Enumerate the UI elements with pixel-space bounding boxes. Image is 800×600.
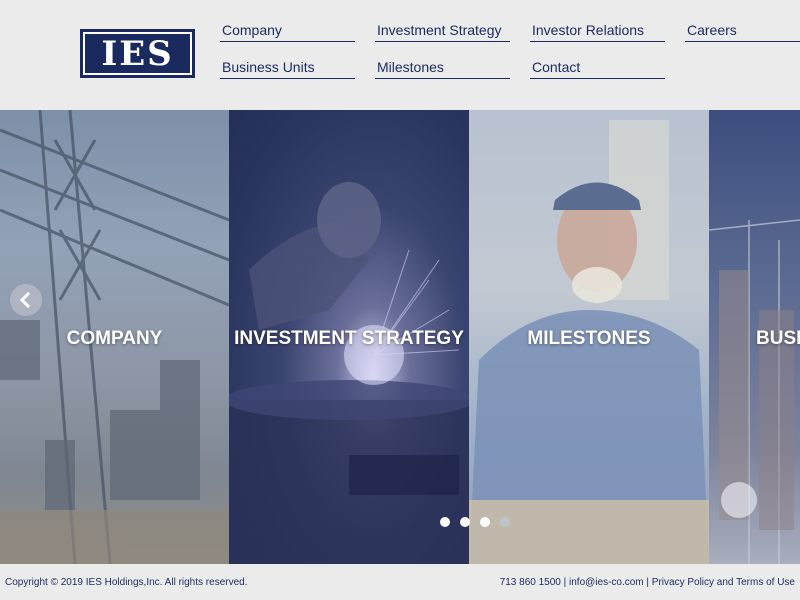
- phone-link[interactable]: 713 860 1500: [500, 577, 561, 588]
- copyright-text: Copyright © 2019 IES Holdings,Inc. All r…: [5, 577, 248, 588]
- privacy-policy-link[interactable]: Privacy Policy and Terms of Use: [652, 577, 795, 588]
- nav-milestones[interactable]: Milestones: [375, 57, 510, 79]
- footer-separator: |: [643, 577, 652, 588]
- email-link[interactable]: info@ies-co.com: [569, 577, 644, 588]
- nav-investor-relations[interactable]: Investor Relations: [530, 20, 665, 42]
- site-footer: Copyright © 2019 IES Holdings,Inc. All r…: [0, 564, 800, 600]
- chevron-left-icon: [19, 292, 31, 308]
- slide-dot-4[interactable]: [500, 517, 510, 527]
- logo-text: IES: [101, 33, 174, 74]
- panel-label-milestones: MILESTONES: [527, 328, 651, 349]
- slide-dot-3[interactable]: [480, 517, 490, 527]
- slide-dot-1[interactable]: [440, 517, 450, 527]
- nav-contact[interactable]: Contact: [530, 57, 665, 79]
- panel-company[interactable]: COMPANY: [0, 110, 229, 564]
- hero-carousel: COMPANY INVESTMENT STRATEGY MILESTONES B…: [0, 110, 800, 564]
- logo-frame: IES: [83, 32, 192, 75]
- footer-contact: 713 860 1500 | info@ies-co.com | Privacy…: [500, 577, 795, 588]
- panel-business-units[interactable]: BUSINESS UNITS: [709, 110, 800, 564]
- nav-business-units[interactable]: Business Units: [220, 57, 355, 79]
- panel-milestones[interactable]: MILESTONES: [469, 110, 709, 564]
- slide-dot-2[interactable]: [460, 517, 470, 527]
- site-header: IES Company Investment Strategy Investor…: [0, 0, 800, 110]
- ies-logo[interactable]: IES: [80, 29, 195, 78]
- nav-careers[interactable]: Careers: [685, 20, 800, 42]
- prev-slide-button[interactable]: [10, 284, 42, 316]
- panel-label-company: COMPANY: [66, 328, 163, 349]
- footer-separator: |: [560, 577, 570, 588]
- panel-label-business-units: BUSINESS UNITS: [756, 328, 800, 349]
- nav-company[interactable]: Company: [220, 20, 355, 42]
- nav-investment-strategy[interactable]: Investment Strategy: [375, 20, 510, 42]
- panel-investment-strategy[interactable]: INVESTMENT STRATEGY: [229, 110, 469, 564]
- panel-label-investment-strategy: INVESTMENT STRATEGY: [234, 328, 464, 349]
